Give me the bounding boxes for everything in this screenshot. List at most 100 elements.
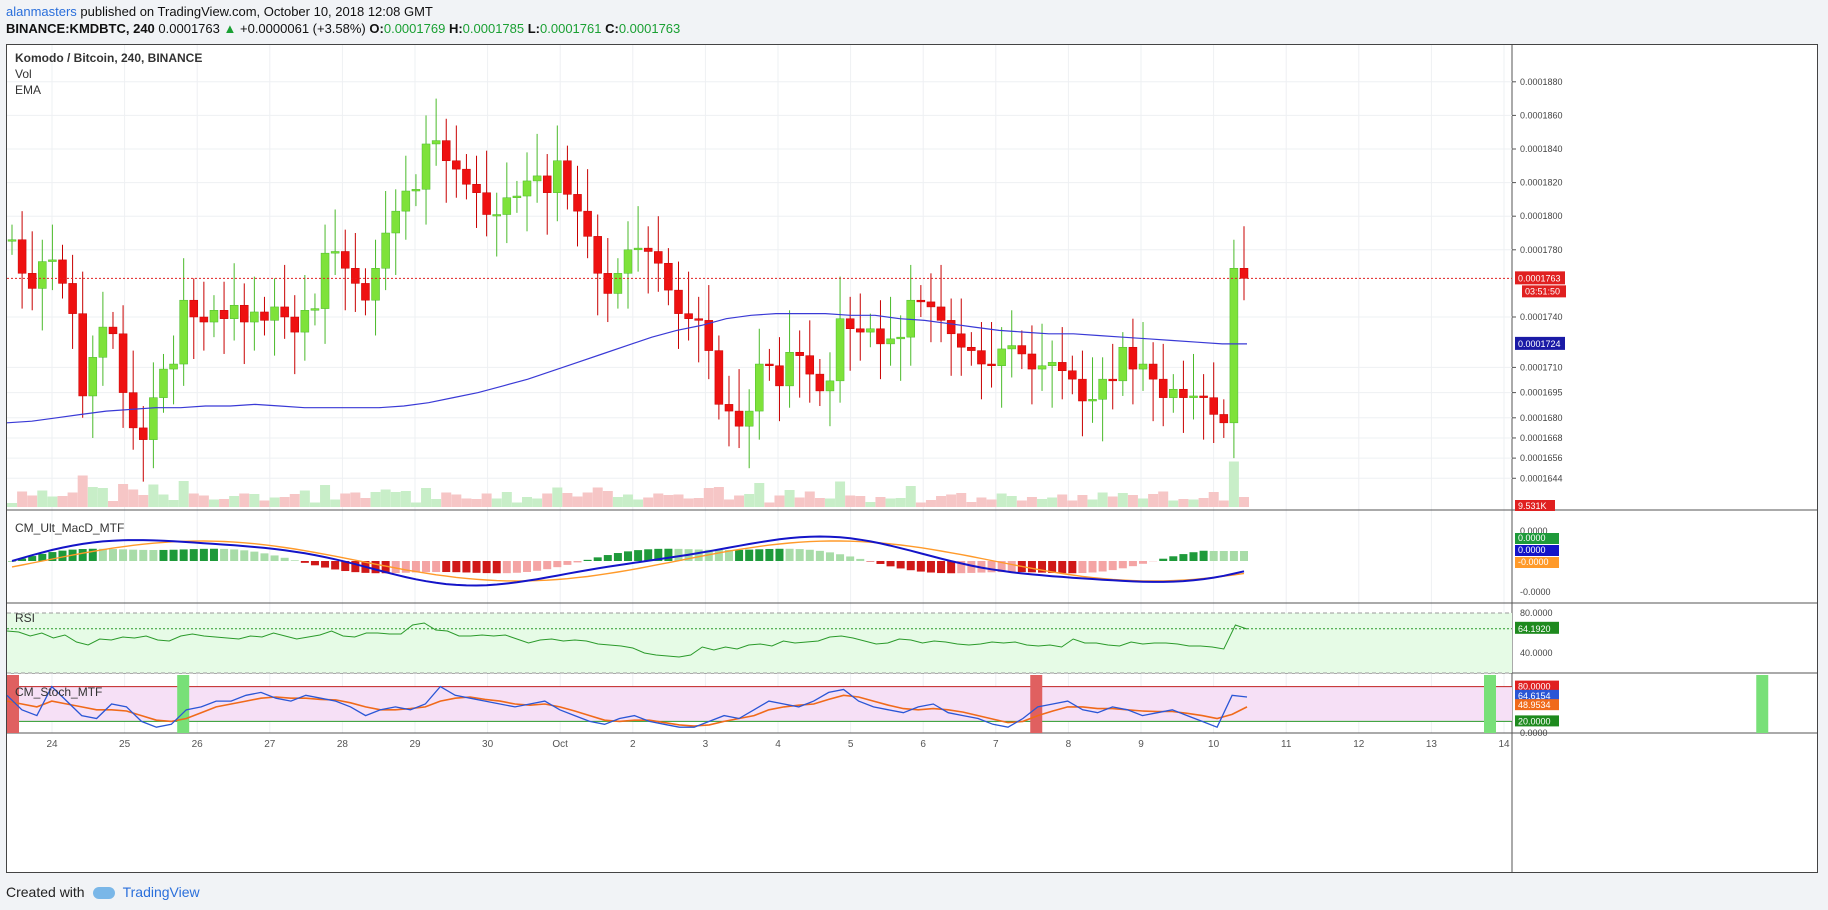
candle-body — [795, 352, 804, 356]
candle — [886, 296, 895, 366]
macd-histogram-bar — [836, 554, 845, 561]
candle-body — [17, 239, 27, 274]
volume-bar — [1016, 500, 1027, 507]
stoch-pane-title: CM_Stoch_MTF — [15, 685, 103, 699]
volume-bar — [269, 497, 280, 507]
candle — [1158, 343, 1168, 427]
macd-histogram-bar — [1229, 551, 1238, 561]
volume-bar — [87, 487, 98, 507]
candle — [330, 209, 340, 275]
x-tick-label: 4 — [775, 739, 781, 750]
volume-bar — [380, 489, 391, 507]
candle — [17, 211, 27, 309]
candle — [926, 273, 936, 343]
volume-bar — [97, 488, 108, 507]
candle-body — [411, 189, 421, 192]
volume-bar — [663, 495, 674, 507]
candle — [694, 296, 703, 363]
volume-bar — [774, 495, 785, 507]
macd-histogram-bar — [1118, 561, 1127, 569]
volume-bar — [461, 498, 472, 507]
rsi-value-label: 64.1920 — [1518, 624, 1551, 634]
candle — [1148, 342, 1158, 422]
volume-bar — [47, 496, 58, 507]
stoch-signal-block — [177, 675, 190, 733]
volume-bar — [824, 498, 835, 507]
candle-body — [330, 251, 340, 254]
volume-bar — [421, 488, 432, 507]
x-tick-label: 6 — [920, 739, 926, 750]
candle — [946, 298, 956, 376]
candle-body — [1148, 363, 1158, 380]
candle — [522, 152, 532, 232]
macd-histogram-bar — [442, 561, 451, 573]
macd-histogram-bar — [624, 551, 632, 561]
volume-bar — [976, 497, 987, 507]
macd-pane-title: CM_Ult_MacD_MTF — [15, 521, 125, 535]
volume-bar — [107, 501, 118, 507]
macd-histogram-bar — [300, 561, 309, 563]
macd-histogram-bar — [119, 549, 128, 561]
candle-body — [734, 410, 744, 427]
volume-bar — [835, 481, 846, 507]
chart-canvas[interactable]: 24 25 26 27 28 29 30 Oct 2 3 4 5 6 7 8 9 10 11 12 13 14 0.000… — [7, 45, 1817, 872]
volume-bar — [592, 487, 603, 507]
candle-body — [946, 320, 956, 335]
candle — [724, 375, 734, 447]
volume-bar — [936, 496, 947, 507]
candle-body — [926, 301, 936, 308]
volume-bar — [360, 498, 371, 507]
candle — [1047, 340, 1057, 408]
volume-bar — [784, 490, 795, 507]
macd-histogram-bar — [1027, 561, 1036, 573]
macd-histogram-bar — [280, 557, 289, 561]
candle-body — [27, 273, 37, 289]
candle-body — [694, 318, 703, 321]
candle — [542, 154, 552, 235]
candle-body — [785, 352, 794, 387]
candle-body — [1108, 378, 1117, 382]
candle — [755, 328, 764, 440]
x-tick-label: 8 — [1066, 739, 1072, 750]
candle-body — [58, 259, 67, 284]
macd-histogram-bar — [1068, 561, 1077, 574]
candle — [704, 285, 714, 380]
macd-histogram-bar — [856, 558, 865, 561]
volume-bar — [178, 481, 189, 507]
macd-y-tick: -0.0000 — [1520, 587, 1551, 597]
chart-frame[interactable]: 24 25 26 27 28 29 30 Oct 2 3 4 5 6 7 8 9 10 11 12 13 14 0.000… — [6, 44, 1818, 873]
rsi-y-tick: 80.0000 — [1520, 608, 1553, 618]
candle — [179, 258, 188, 386]
stoch-signal-block — [1030, 675, 1043, 733]
candle-body — [320, 252, 330, 309]
volume-bar — [734, 495, 745, 507]
candle-body — [128, 392, 138, 429]
volume-bar — [804, 491, 815, 507]
macd-histogram-bar — [149, 549, 158, 561]
macd-histogram-bar — [462, 561, 471, 573]
candle-body — [593, 236, 602, 274]
candle-body — [179, 299, 188, 365]
candle — [593, 214, 602, 316]
candle — [1179, 360, 1188, 433]
volume-bar — [693, 498, 704, 507]
tradingview-cloud-icon — [92, 887, 115, 900]
volume-bar — [885, 498, 896, 507]
volume-bar — [350, 492, 361, 507]
candle — [128, 350, 138, 450]
candle — [431, 98, 441, 166]
tradingview-link[interactable]: TradingView — [123, 884, 200, 900]
macd-histogram-bar — [603, 555, 612, 561]
open-value: 0.0001769 — [383, 21, 446, 36]
author-link[interactable]: alanmasters — [6, 4, 77, 19]
candle — [48, 224, 57, 291]
candle — [169, 335, 178, 405]
macd-histogram-bar — [765, 548, 774, 561]
candle — [421, 115, 431, 225]
macd-histogram-bar — [78, 549, 87, 561]
macd-histogram-bar — [1139, 561, 1148, 564]
macd-histogram-bar — [613, 553, 622, 561]
candle — [189, 278, 199, 359]
ema-legend: EMA — [15, 83, 42, 97]
volume-bar — [67, 492, 78, 507]
